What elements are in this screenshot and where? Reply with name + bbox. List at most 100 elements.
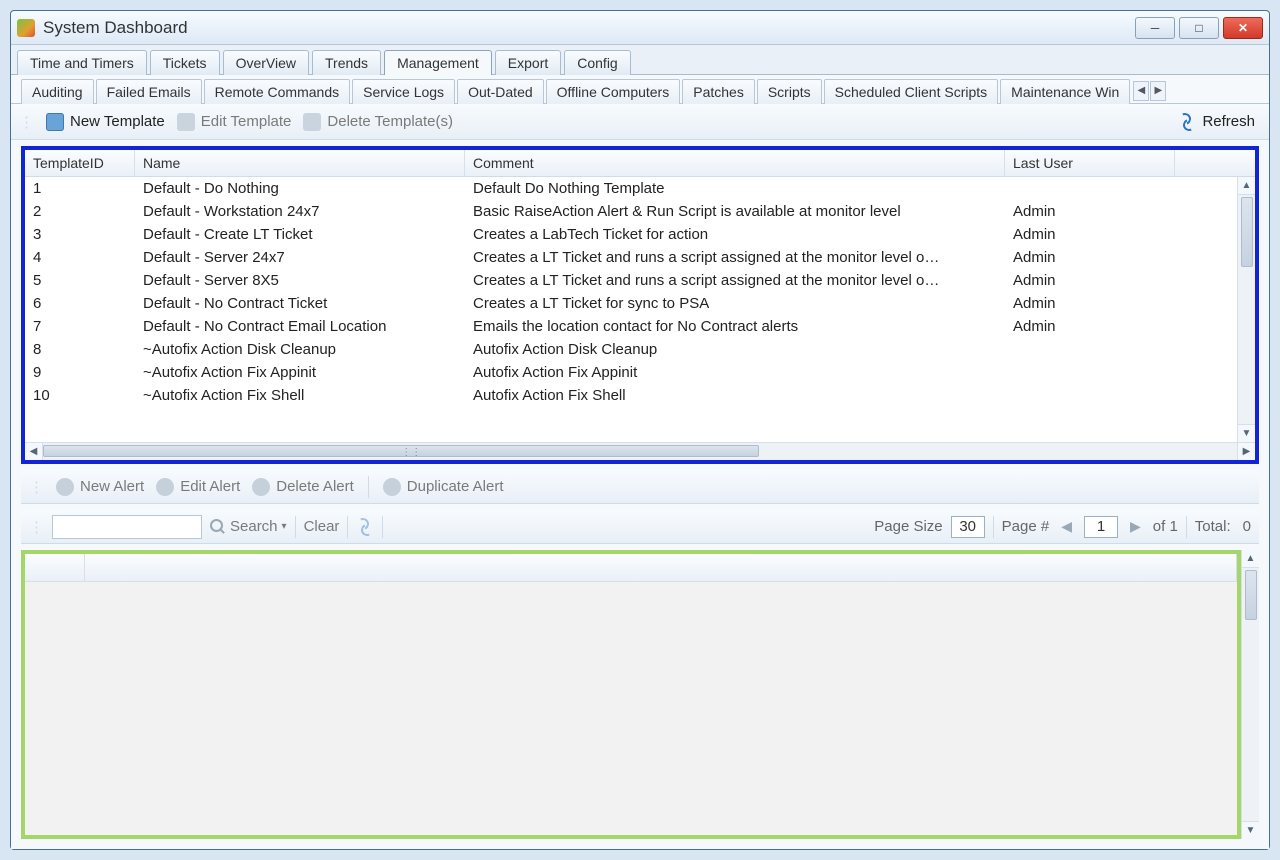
table-row[interactable]: 1Default - Do NothingDefault Do Nothing … (25, 177, 1255, 200)
cell (1005, 362, 1175, 383)
tab-tickets[interactable]: Tickets (150, 50, 220, 75)
alerts-col-1[interactable] (25, 554, 85, 581)
delete-template-button[interactable]: Delete Template(s) (297, 111, 459, 133)
tab-time-and-timers[interactable]: Time and Timers (17, 50, 147, 75)
subtab-out-dated[interactable]: Out-Dated (457, 79, 544, 104)
clear-button[interactable]: Clear (304, 518, 340, 535)
close-button[interactable]: ✕ (1223, 17, 1263, 39)
refresh-icon[interactable] (356, 518, 374, 536)
cell: Admin (1005, 270, 1175, 291)
cell: Autofix Action Fix Appinit (465, 362, 1005, 383)
app-icon (17, 19, 35, 37)
table-row[interactable]: 8~Autofix Action Disk CleanupAutofix Act… (25, 338, 1255, 361)
tab-management[interactable]: Management (384, 50, 492, 75)
table-header: TemplateID Name Comment Last User (25, 150, 1255, 177)
window-title: System Dashboard (43, 18, 1135, 38)
subtab-scroll-right[interactable]: ▶ (1150, 81, 1166, 101)
prev-page-button[interactable]: ◀ (1057, 518, 1076, 535)
cell (1005, 178, 1175, 199)
cell (1005, 339, 1175, 360)
edit-template-button[interactable]: Edit Template (171, 111, 298, 133)
separator (368, 476, 369, 498)
cell: Admin (1005, 293, 1175, 314)
duplicate-alert-button[interactable]: Duplicate Alert (377, 476, 510, 498)
edit-alert-button[interactable]: Edit Alert (150, 476, 246, 498)
scroll-down-icon[interactable]: ▼ (1238, 424, 1255, 442)
subtab-patches[interactable]: Patches (682, 79, 755, 104)
dropdown-icon: ▾ (282, 521, 287, 532)
separator (382, 516, 383, 538)
cell: 1 (25, 178, 135, 199)
minimize-button[interactable]: ─ (1135, 17, 1175, 39)
table-row[interactable]: 6Default - No Contract TicketCreates a L… (25, 292, 1255, 315)
app-window: System Dashboard ─ □ ✕ Time and TimersTi… (10, 10, 1270, 850)
scroll-right-icon[interactable]: ▶ (1237, 443, 1255, 460)
scroll-up-icon[interactable]: ▲ (1238, 177, 1255, 195)
table-row[interactable]: 7Default - No Contract Email LocationEma… (25, 315, 1255, 338)
cell: Autofix Action Disk Cleanup (465, 339, 1005, 360)
tab-trends[interactable]: Trends (312, 50, 381, 75)
col-templateid[interactable]: TemplateID (25, 150, 135, 176)
cell: Autofix Action Fix Shell (465, 385, 1005, 406)
tab-overview[interactable]: OverView (223, 50, 309, 75)
cell: Creates a LT Ticket and runs a script as… (465, 270, 1005, 291)
cell: 10 (25, 385, 135, 406)
subtab-scripts[interactable]: Scripts (757, 79, 822, 104)
subtab-scheduled-client-scripts[interactable]: Scheduled Client Scripts (824, 79, 999, 104)
table-row[interactable]: 9~Autofix Action Fix AppinitAutofix Acti… (25, 361, 1255, 384)
tab-export[interactable]: Export (495, 50, 561, 75)
subtab-remote-commands[interactable]: Remote Commands (204, 79, 351, 104)
alerts-col-2[interactable] (85, 554, 1237, 581)
table-row[interactable]: 3Default - Create LT TicketCreates a Lab… (25, 223, 1255, 246)
hscroll-track[interactable]: ⋮⋮ (43, 443, 1237, 460)
tab-config[interactable]: Config (564, 50, 630, 75)
new-alert-button[interactable]: New Alert (50, 476, 150, 498)
table-vscrollbar[interactable]: ▲ ▼ (1237, 177, 1255, 442)
cell: Creates a LT Ticket and runs a script as… (465, 247, 1005, 268)
content-area: TemplateID Name Comment Last User 1Defau… (11, 140, 1269, 849)
refresh-button[interactable]: Refresh (1172, 111, 1261, 133)
col-lastuser[interactable]: Last User (1005, 150, 1175, 176)
delete-alert-button[interactable]: Delete Alert (246, 476, 360, 498)
cell: 7 (25, 316, 135, 337)
new-template-button[interactable]: New Template (40, 111, 171, 133)
scroll-up-icon[interactable]: ▲ (1242, 550, 1259, 568)
titlebar: System Dashboard ─ □ ✕ (11, 11, 1269, 45)
lower-vscrollbar[interactable]: ▲ ▼ (1241, 550, 1259, 839)
scroll-left-icon[interactable]: ◀ (25, 443, 43, 460)
subtab-failed-emails[interactable]: Failed Emails (96, 79, 202, 104)
col-comment[interactable]: Comment (465, 150, 1005, 176)
subtab-maintenance-win[interactable]: Maintenance Win (1000, 79, 1130, 104)
subtab-scroll-left[interactable]: ◀ (1133, 81, 1149, 101)
scroll-thumb[interactable] (1241, 197, 1253, 267)
hscroll-grip-icon: ⋮⋮ (401, 447, 409, 455)
table-hscrollbar[interactable]: ◀ ⋮⋮ ▶ (25, 442, 1255, 460)
search-input[interactable] (52, 515, 202, 539)
scroll-thumb[interactable] (1245, 570, 1257, 620)
new-alert-icon (56, 478, 74, 496)
search-button[interactable]: Search ▾ (210, 518, 287, 535)
table-row[interactable]: 2Default - Workstation 24x7Basic RaiseAc… (25, 200, 1255, 223)
table-body: 1Default - Do NothingDefault Do Nothing … (25, 177, 1255, 442)
new-template-label: New Template (70, 113, 165, 130)
page-size-input[interactable]: 30 (951, 516, 985, 538)
subtab-auditing[interactable]: Auditing (21, 79, 94, 104)
page-number-input[interactable]: 1 (1084, 516, 1118, 538)
maximize-button[interactable]: □ (1179, 17, 1219, 39)
cell: ~Autofix Action Fix Appinit (135, 362, 465, 383)
col-name[interactable]: Name (135, 150, 465, 176)
delete-alert-icon (252, 478, 270, 496)
cell: Default - Workstation 24x7 (135, 201, 465, 222)
table-row[interactable]: 10~Autofix Action Fix ShellAutofix Actio… (25, 384, 1255, 407)
cell (1005, 385, 1175, 406)
subtab-service-logs[interactable]: Service Logs (352, 79, 455, 104)
table-row[interactable]: 5Default - Server 8X5Creates a LT Ticket… (25, 269, 1255, 292)
page-size-label: Page Size (874, 518, 942, 535)
subtab-offline-computers[interactable]: Offline Computers (546, 79, 681, 104)
cell: Emails the location contact for No Contr… (465, 316, 1005, 337)
table-row[interactable]: 4Default - Server 24x7Creates a LT Ticke… (25, 246, 1255, 269)
next-page-button[interactable]: ▶ (1126, 518, 1145, 535)
scroll-down-icon[interactable]: ▼ (1242, 821, 1259, 839)
lower-main (21, 550, 1241, 839)
duplicate-alert-icon (383, 478, 401, 496)
